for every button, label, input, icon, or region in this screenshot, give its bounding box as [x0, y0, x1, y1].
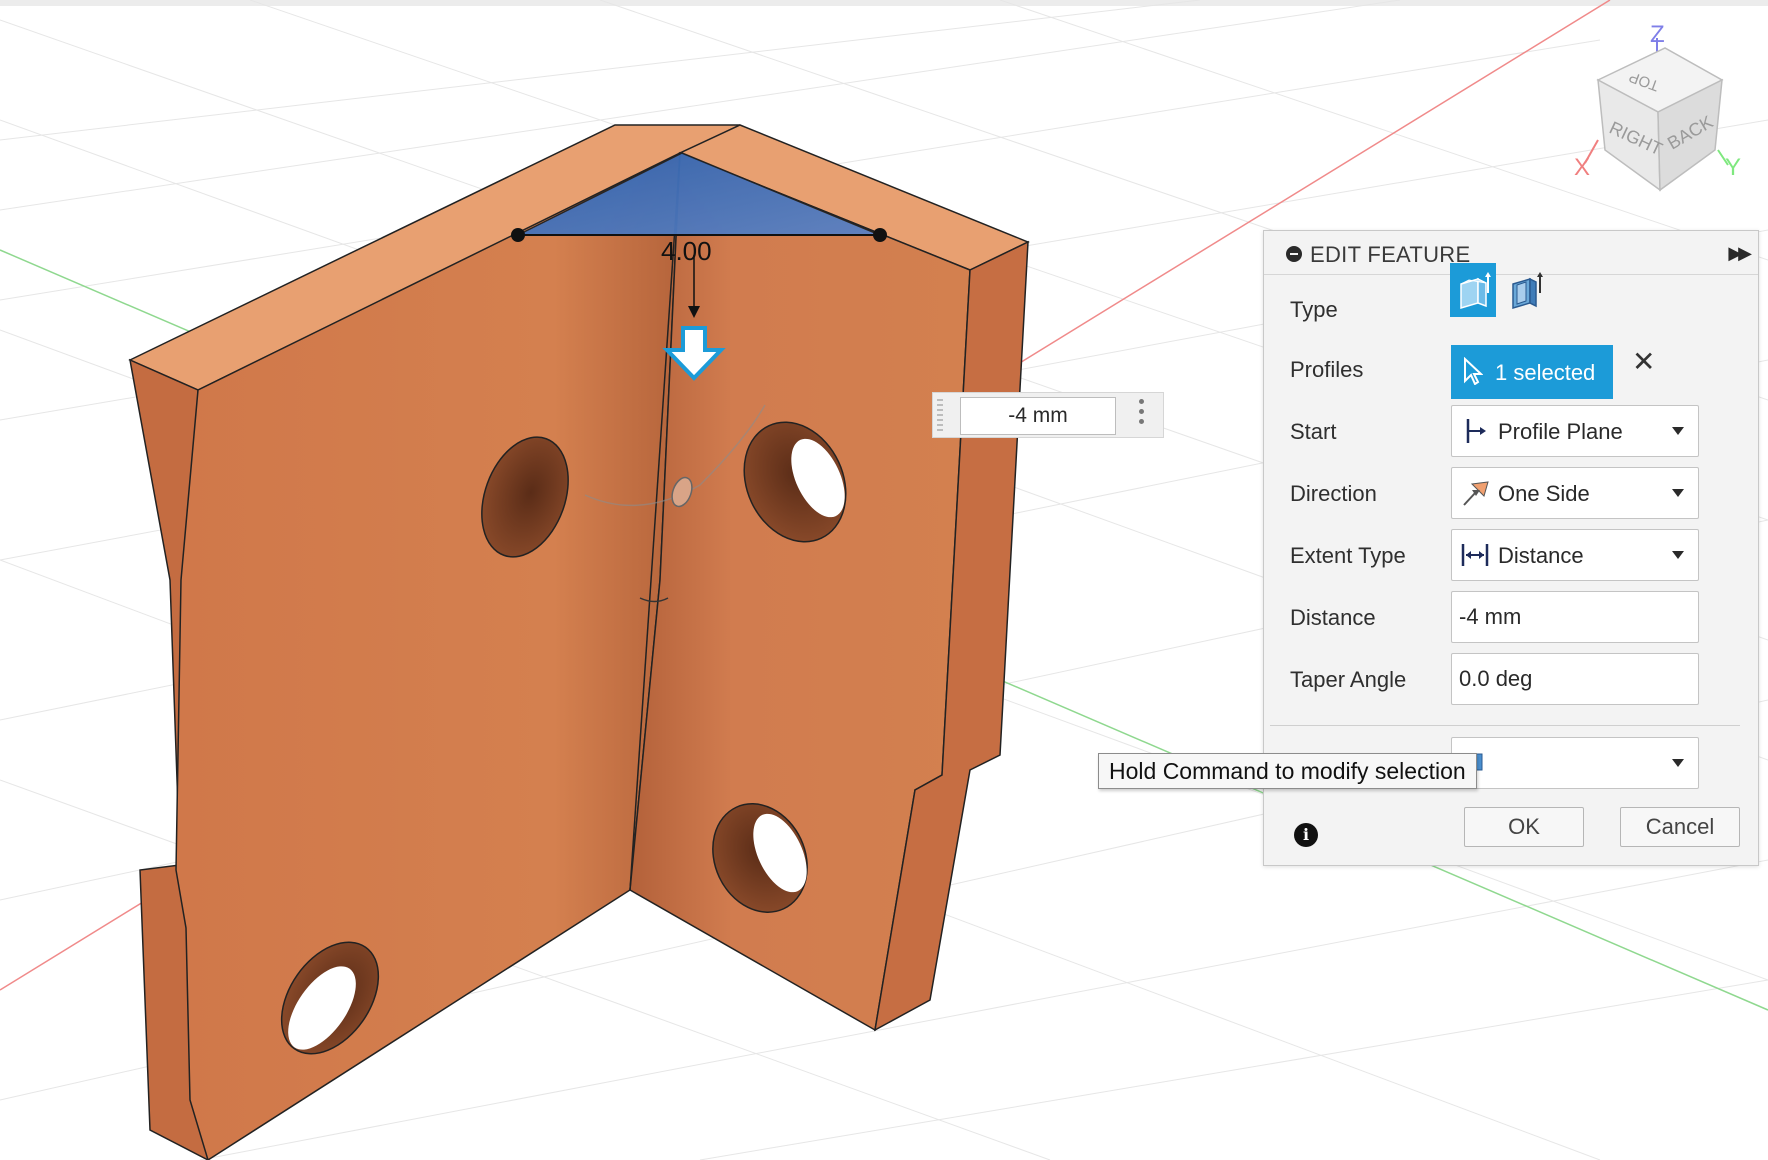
more-options-icon[interactable] [1139, 399, 1145, 429]
direction-label: Direction [1290, 481, 1377, 506]
panel-divider [1270, 725, 1740, 726]
type-label: Type [1290, 297, 1338, 322]
select-cursor-icon [1464, 357, 1483, 385]
collapse-icon[interactable] [1286, 246, 1302, 262]
type-thin-extrude-button[interactable] [1502, 263, 1548, 317]
direction-dropdown[interactable]: One Side [1451, 467, 1699, 519]
taper-angle-field[interactable]: 0.0 deg [1451, 653, 1699, 705]
profiles-label: Profiles [1290, 357, 1364, 382]
viewcube-axis-y: Y [1725, 154, 1741, 181]
drag-grip[interactable] [937, 399, 943, 431]
chevron-down-icon [1672, 759, 1684, 767]
chevron-down-icon [1672, 551, 1684, 559]
floating-distance-field[interactable]: -4 mm [960, 397, 1116, 435]
expand-icon[interactable]: ▶▶ [1728, 243, 1752, 264]
one-side-icon [1463, 481, 1489, 506]
type-extrude-button[interactable] [1450, 263, 1496, 317]
profile-vertex-left [511, 228, 525, 242]
start-dropdown[interactable]: Profile Plane [1451, 405, 1699, 457]
viewcube[interactable]: Z X Y TOP RIGHT BACK [1574, 21, 1741, 192]
extent-type-value: Distance [1498, 543, 1584, 568]
floating-distance-input[interactable]: -4 mm [932, 392, 1164, 438]
start-label: Start [1290, 419, 1337, 444]
viewcube-axis-x: X [1574, 154, 1590, 181]
dimension-label: 4.00 [661, 236, 712, 266]
ok-button[interactable]: OK [1464, 807, 1584, 847]
panel-title: EDIT FEATURE [1310, 242, 1471, 267]
extent-type-label: Extent Type [1290, 543, 1406, 568]
distance-icon [1461, 544, 1489, 566]
extrude-solid-icon [1460, 272, 1491, 310]
profile-plane-icon [1466, 419, 1486, 443]
viewcube-axis-z: Z [1650, 21, 1665, 48]
profiles-value: 1 selected [1495, 360, 1596, 385]
operation-dropdown[interactable] [1451, 737, 1699, 789]
taper-angle-label: Taper Angle [1290, 667, 1407, 692]
info-icon[interactable]: i [1294, 823, 1318, 847]
chevron-down-icon [1672, 489, 1684, 497]
bracket-part [128, 124, 1030, 1160]
distance-field[interactable]: -4 mm [1451, 591, 1699, 643]
clear-selection-icon[interactable]: ✕ [1632, 345, 1655, 378]
selection-tooltip: Hold Command to modify selection [1098, 753, 1477, 789]
chevron-down-icon [1672, 427, 1684, 435]
direction-value: One Side [1498, 481, 1590, 506]
profiles-selection-button[interactable]: 1 selected [1451, 345, 1613, 399]
extent-type-dropdown[interactable]: Distance [1451, 529, 1699, 581]
extrude-thin-icon [1512, 272, 1543, 310]
profile-vertex-right [873, 228, 887, 242]
distance-label: Distance [1290, 605, 1376, 630]
start-value: Profile Plane [1498, 419, 1623, 444]
cancel-button[interactable]: Cancel [1620, 807, 1740, 847]
